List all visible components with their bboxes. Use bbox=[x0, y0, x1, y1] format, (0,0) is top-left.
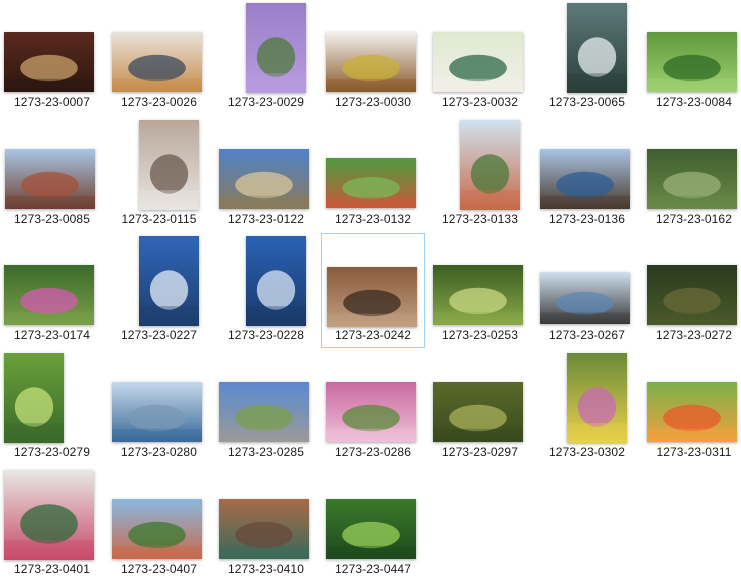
file-tile[interactable]: 1273-23-0297 bbox=[428, 350, 532, 465]
file-tile[interactable]: 1273-23-0030 bbox=[321, 0, 425, 115]
file-name-label: 1273-23-0285 bbox=[228, 445, 304, 459]
file-name-label: 1273-23-0029 bbox=[228, 95, 304, 109]
file-tile[interactable]: 1273-23-0279 bbox=[0, 350, 104, 465]
file-tile[interactable]: 1273-23-0447 bbox=[321, 467, 425, 582]
file-tile[interactable]: 1273-23-0242 bbox=[321, 233, 425, 348]
file-tile[interactable]: 1273-23-0285 bbox=[214, 350, 318, 465]
file-tile[interactable]: 1273-23-0162 bbox=[642, 117, 741, 232]
image-thumbnail-icon[interactable] bbox=[219, 149, 309, 209]
file-name-label: 1273-23-0302 bbox=[549, 445, 625, 459]
image-thumbnail-icon[interactable] bbox=[540, 272, 630, 324]
file-name-label: 1273-23-0030 bbox=[335, 95, 411, 109]
file-tile[interactable]: 1273-23-0174 bbox=[0, 233, 104, 348]
image-thumbnail-icon[interactable] bbox=[112, 382, 202, 442]
file-name-label: 1273-23-0311 bbox=[656, 445, 732, 459]
file-tile[interactable]: 1273-23-0286 bbox=[321, 350, 425, 465]
image-thumbnail-icon[interactable] bbox=[4, 32, 94, 92]
file-name-label: 1273-23-0267 bbox=[549, 328, 625, 342]
file-name-label: 1273-23-0272 bbox=[656, 328, 732, 342]
image-thumbnail-icon[interactable] bbox=[4, 470, 94, 560]
file-name-label: 1273-23-0174 bbox=[14, 328, 90, 342]
file-tile[interactable]: 1273-23-0228 bbox=[214, 233, 318, 348]
file-tile[interactable]: 1273-23-0115 bbox=[107, 117, 211, 232]
file-tile[interactable]: 1273-23-0007 bbox=[0, 0, 104, 115]
image-thumbnail-icon[interactable] bbox=[567, 353, 627, 443]
image-thumbnail-icon[interactable] bbox=[219, 382, 309, 442]
file-name-label: 1273-23-0401 bbox=[14, 562, 90, 576]
file-tile[interactable]: 1273-23-0065 bbox=[535, 0, 639, 115]
image-thumbnail-icon[interactable] bbox=[326, 499, 416, 559]
file-name-label: 1273-23-0253 bbox=[442, 328, 518, 342]
file-name-label: 1273-23-0162 bbox=[656, 212, 732, 226]
file-tile[interactable]: 1273-23-0085 bbox=[0, 117, 104, 232]
file-tile[interactable]: 1273-23-0227 bbox=[107, 233, 211, 348]
file-tile[interactable]: 1273-23-0401 bbox=[0, 467, 104, 582]
file-name-label: 1273-23-0065 bbox=[549, 95, 625, 109]
file-tile[interactable]: 1273-23-0132 bbox=[321, 117, 425, 232]
image-thumbnail-icon[interactable] bbox=[326, 382, 416, 442]
file-name-label: 1273-23-0286 bbox=[335, 445, 411, 459]
file-name-label: 1273-23-0227 bbox=[121, 328, 197, 342]
file-name-label: 1273-23-0084 bbox=[656, 95, 732, 109]
image-thumbnail-icon[interactable] bbox=[460, 120, 520, 210]
file-name-label: 1273-23-0026 bbox=[121, 95, 197, 109]
file-name-label: 1273-23-0447 bbox=[335, 562, 411, 576]
file-tile[interactable]: 1273-23-0084 bbox=[642, 0, 741, 115]
file-name-label: 1273-23-0136 bbox=[549, 212, 625, 226]
image-thumbnail-icon[interactable] bbox=[327, 267, 417, 327]
file-tile[interactable]: 1273-23-0122 bbox=[214, 117, 318, 232]
file-name-label: 1273-23-0085 bbox=[14, 212, 90, 226]
image-thumbnail-icon[interactable] bbox=[326, 32, 416, 92]
file-name-label: 1273-23-0133 bbox=[442, 212, 518, 226]
file-name-label: 1273-23-0297 bbox=[442, 445, 518, 459]
file-tile[interactable]: 1273-23-0410 bbox=[214, 467, 318, 582]
file-name-label: 1273-23-0242 bbox=[335, 328, 411, 342]
image-thumbnail-icon[interactable] bbox=[433, 32, 523, 92]
file-tile[interactable]: 1273-23-0032 bbox=[428, 0, 532, 115]
image-thumbnail-icon[interactable] bbox=[4, 265, 94, 325]
file-tile[interactable]: 1273-23-0133 bbox=[428, 117, 532, 232]
image-thumbnail-icon[interactable] bbox=[112, 499, 202, 559]
image-thumbnail-icon[interactable] bbox=[112, 32, 202, 92]
file-tile[interactable]: 1273-23-0407 bbox=[107, 467, 211, 582]
image-thumbnail-icon[interactable] bbox=[5, 149, 95, 209]
file-name-label: 1273-23-0410 bbox=[228, 562, 304, 576]
file-tile[interactable]: 1273-23-0311 bbox=[642, 350, 741, 465]
file-name-label: 1273-23-0228 bbox=[228, 328, 304, 342]
file-name-label: 1273-23-0279 bbox=[14, 445, 90, 459]
image-thumbnail-icon[interactable] bbox=[433, 382, 523, 442]
image-thumbnail-icon[interactable] bbox=[647, 265, 737, 325]
file-name-label: 1273-23-0122 bbox=[228, 212, 304, 226]
image-thumbnail-icon[interactable] bbox=[567, 3, 627, 93]
file-tile[interactable]: 1273-23-0267 bbox=[535, 233, 639, 348]
image-thumbnail-icon[interactable] bbox=[326, 158, 416, 208]
image-thumbnail-icon[interactable] bbox=[433, 265, 523, 325]
image-thumbnail-icon[interactable] bbox=[647, 382, 737, 442]
image-thumbnail-icon[interactable] bbox=[139, 120, 199, 210]
file-tile[interactable]: 1273-23-0029 bbox=[214, 0, 318, 115]
file-name-label: 1273-23-0115 bbox=[121, 212, 197, 226]
file-name-label: 1273-23-0007 bbox=[14, 95, 90, 109]
image-thumbnail-icon[interactable] bbox=[4, 353, 64, 443]
file-name-label: 1273-23-0407 bbox=[121, 562, 197, 576]
file-tile[interactable]: 1273-23-0026 bbox=[107, 0, 211, 115]
file-tile[interactable]: 1273-23-0253 bbox=[428, 233, 532, 348]
file-tile[interactable]: 1273-23-0272 bbox=[642, 233, 741, 348]
image-thumbnail-icon[interactable] bbox=[246, 236, 306, 326]
file-tile[interactable]: 1273-23-0280 bbox=[107, 350, 211, 465]
file-name-label: 1273-23-0032 bbox=[442, 95, 518, 109]
file-tile[interactable]: 1273-23-0302 bbox=[535, 350, 639, 465]
image-thumbnail-icon[interactable] bbox=[246, 3, 306, 93]
file-tile[interactable]: 1273-23-0136 bbox=[535, 117, 639, 232]
file-name-label: 1273-23-0280 bbox=[121, 445, 197, 459]
image-thumbnail-icon[interactable] bbox=[219, 499, 309, 559]
image-thumbnail-icon[interactable] bbox=[139, 236, 199, 326]
file-name-label: 1273-23-0132 bbox=[335, 212, 411, 226]
image-thumbnail-icon[interactable] bbox=[647, 32, 737, 92]
image-thumbnail-icon[interactable] bbox=[540, 149, 630, 209]
image-thumbnail-icon[interactable] bbox=[647, 149, 737, 209]
